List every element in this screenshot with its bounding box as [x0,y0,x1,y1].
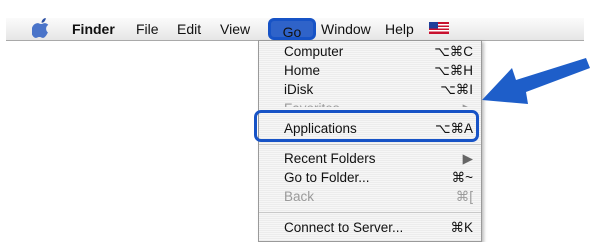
menu-go[interactable]: Go [268,18,316,40]
menu-item-computer[interactable]: Computer ⌥⌘C [259,42,481,61]
menu-item-label: Back [284,189,315,204]
menu-item-label: Connect to Server... [284,220,404,235]
menu-item-label: Favorites [284,99,340,107]
menu-finder[interactable]: Finder [72,18,115,40]
menu-bar: Finder File Edit View Window Help Go [6,18,584,41]
shortcut-label: ⌥⌘C [434,44,473,59]
menu-item-back[interactable]: Back ⌘[ [259,187,481,206]
us-flag-icon [429,22,449,34]
menu-item-label: Go to Folder... [284,170,370,185]
menu-item-label: Computer [284,44,344,59]
menu-separator [259,144,481,145]
menu-item-connect-to-server[interactable]: Connect to Server... ⌘K [259,218,481,237]
shortcut-label: ⌘K [450,220,473,235]
menu-item-go-to-folder[interactable]: Go to Folder... ⌘~ [259,168,481,187]
applications-highlight-outline [254,110,479,142]
shortcut-label: ⌥⌘H [434,63,473,78]
shortcut-label: ⌘~ [451,170,473,185]
menu-item-home[interactable]: Home ⌥⌘H [259,61,481,80]
menu-item-recent-folders[interactable]: Recent Folders ▶ [259,149,481,168]
submenu-arrow-icon: ▶ [462,151,473,166]
menu-item-favorites[interactable]: Favorites ▶ [259,99,481,107]
menu-item-label: Home [284,63,321,78]
shortcut-label: ⌥⌘I [440,82,473,97]
menu-edit[interactable]: Edit [177,18,201,40]
pointer-arrow-icon [482,58,590,104]
menu-item-idisk[interactable]: iDisk ⌥⌘I [259,80,481,99]
submenu-arrow-icon: ▶ [463,99,473,107]
menu-file[interactable]: File [136,18,159,40]
menu-item-label: Recent Folders [284,151,376,166]
apple-logo-icon [31,18,49,38]
shortcut-label: ⌘[ [455,189,473,204]
menu-window[interactable]: Window [321,18,371,40]
us-flag-icon[interactable] [429,18,449,40]
menu-item-label: iDisk [284,82,314,97]
menu-help[interactable]: Help [385,18,414,40]
menu-separator [259,212,481,213]
apple-logo-icon[interactable] [31,18,52,40]
menu-view[interactable]: View [220,18,250,40]
